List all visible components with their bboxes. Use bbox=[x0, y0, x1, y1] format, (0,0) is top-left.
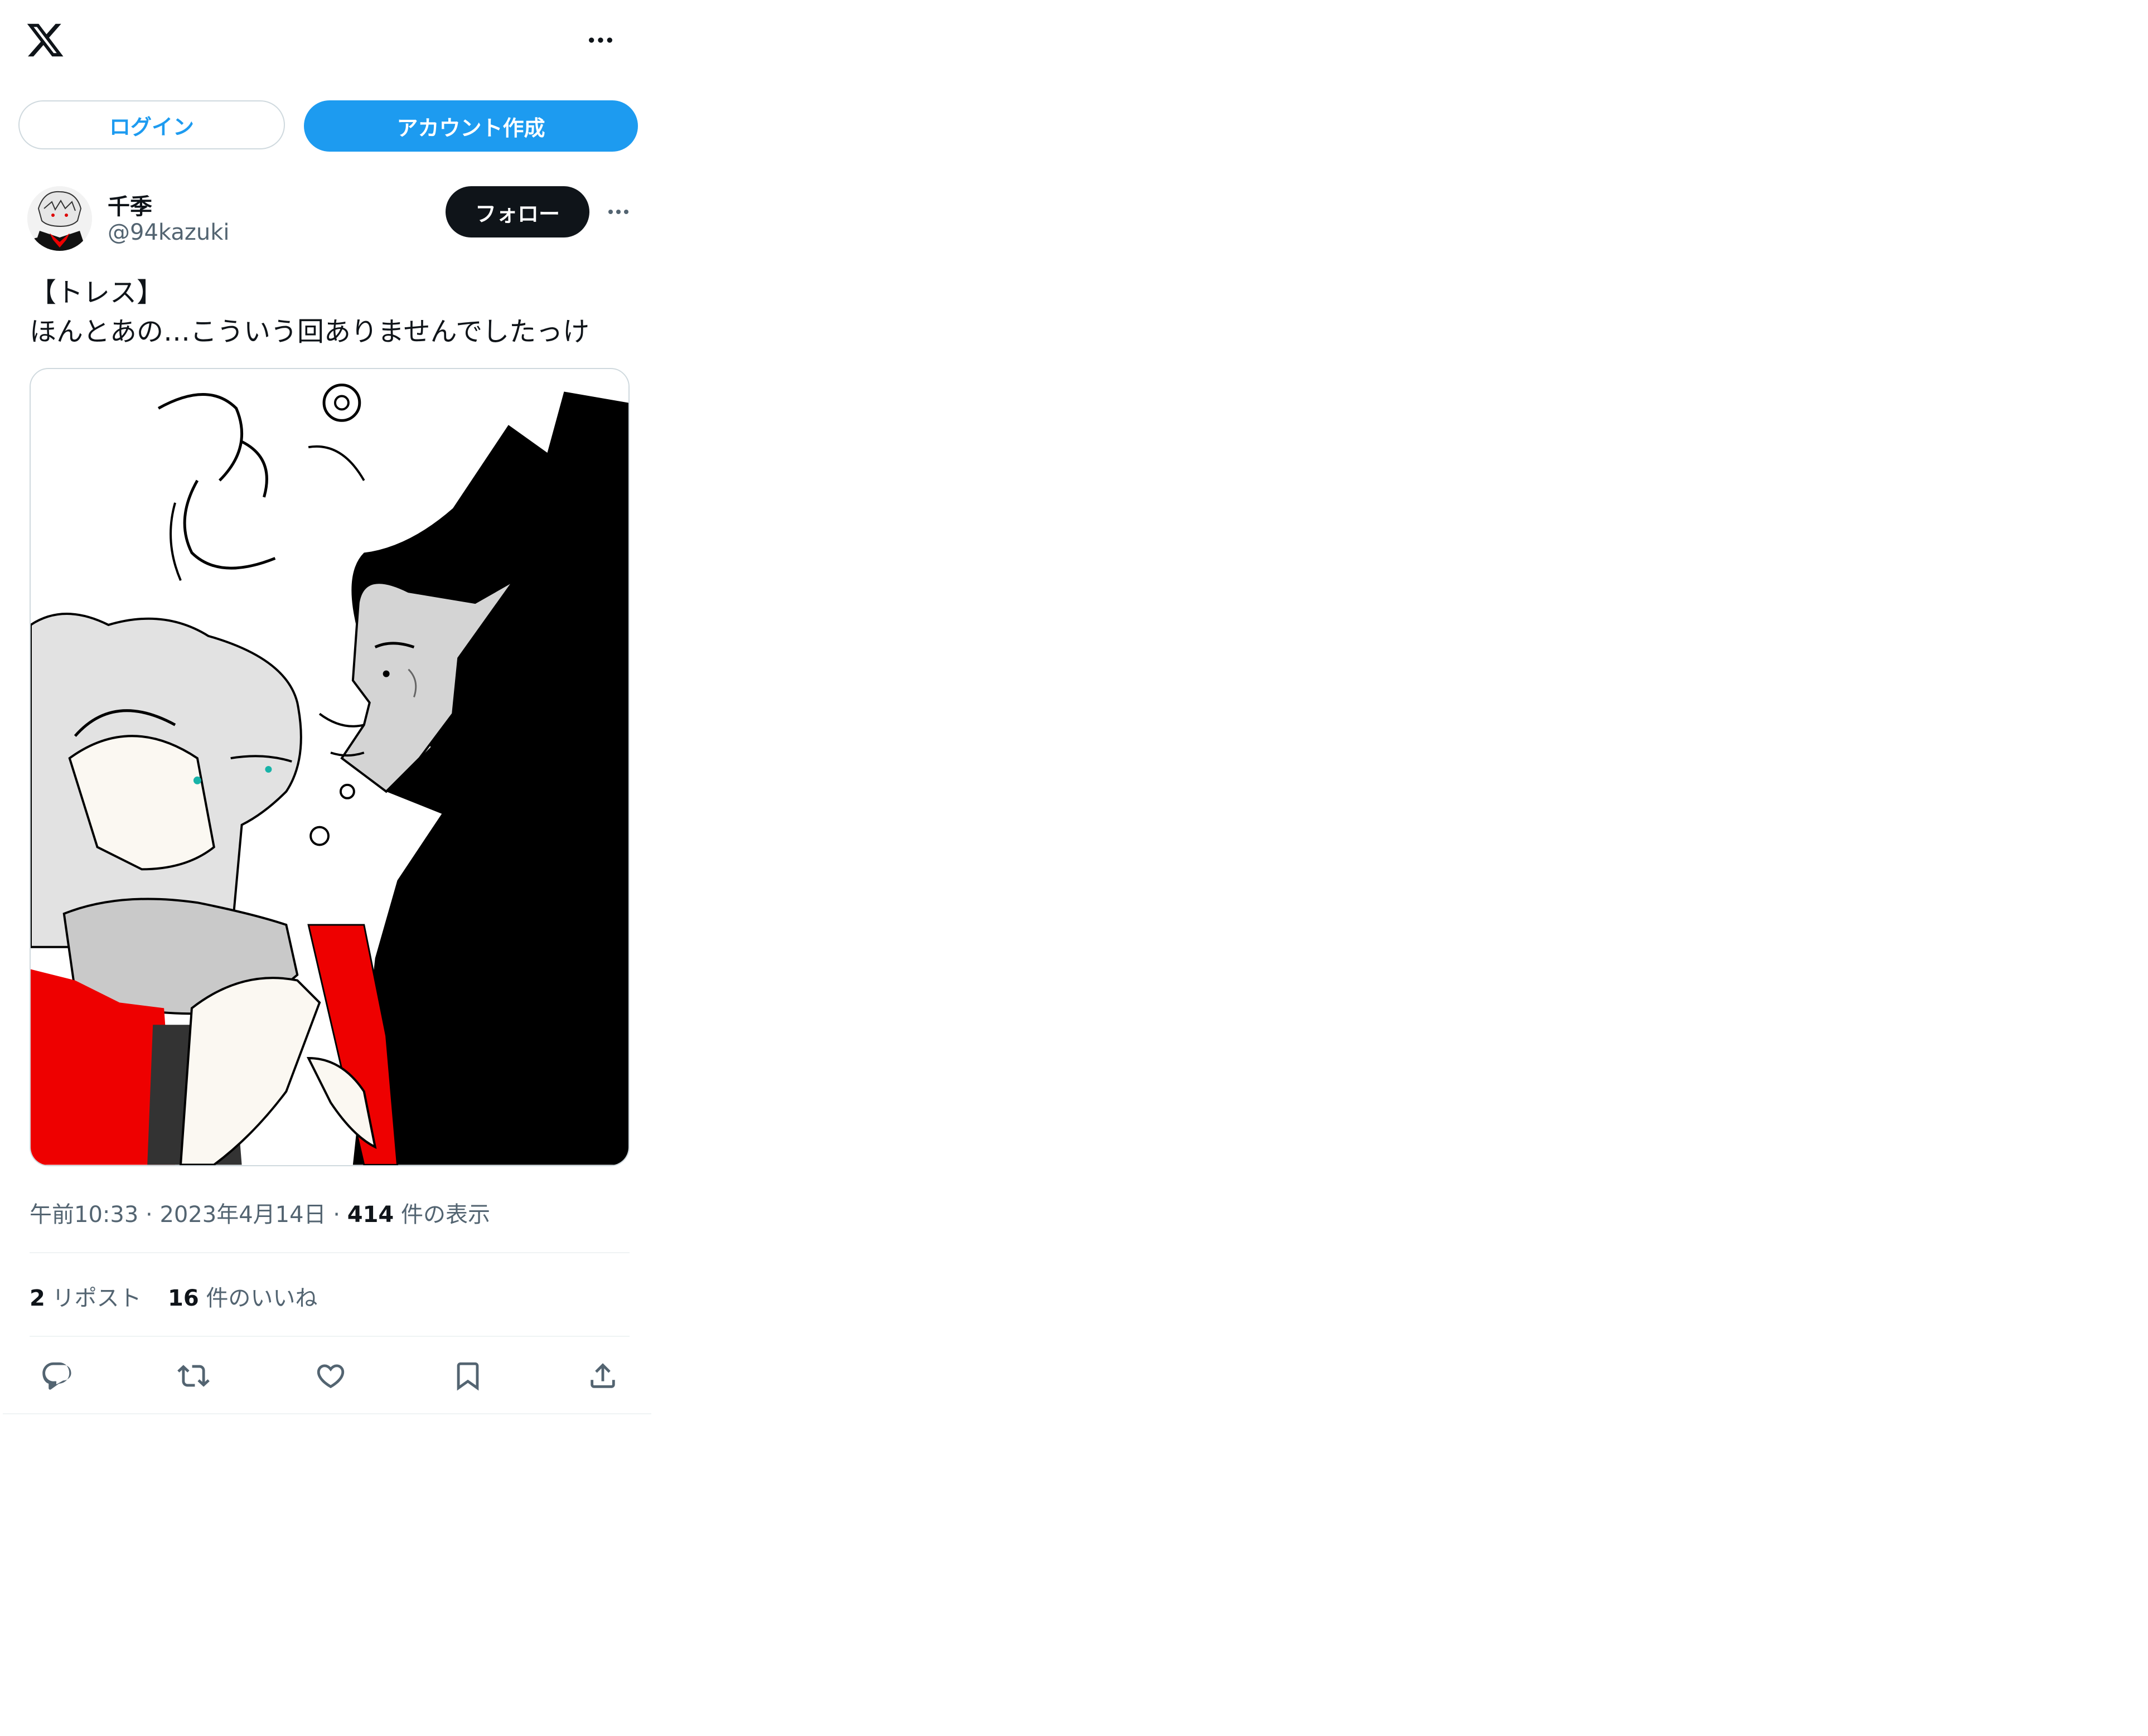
create-account-button[interactable]: アカウント作成 bbox=[304, 100, 638, 152]
meta-separator: · bbox=[326, 1202, 347, 1228]
follow-button[interactable]: フォロー bbox=[446, 186, 589, 237]
divider bbox=[30, 1336, 630, 1337]
likes-stat[interactable]: 16 件のいいね bbox=[168, 1280, 317, 1312]
likes-label: 件のいいね bbox=[199, 1286, 318, 1311]
reposts-count: 2 bbox=[30, 1286, 45, 1311]
user-handle[interactable]: @94kazuki bbox=[108, 220, 230, 245]
tweet-media-image[interactable] bbox=[30, 368, 630, 1166]
tweet-text: 【トレス】 ほんとあの…こういう回ありませんでしたっけ bbox=[30, 277, 590, 347]
repost-icon[interactable] bbox=[167, 1349, 220, 1403]
meta-separator: · bbox=[138, 1202, 160, 1228]
tweet-date[interactable]: 2023年4月14日 bbox=[159, 1202, 326, 1228]
top-bar bbox=[3, 0, 651, 84]
display-name[interactable]: 千季 bbox=[108, 188, 152, 221]
x-logo-icon[interactable] bbox=[25, 20, 65, 60]
more-horizontal-icon[interactable] bbox=[601, 194, 636, 230]
views-count: 414 bbox=[347, 1202, 394, 1228]
more-options-icon[interactable] bbox=[583, 22, 618, 58]
divider bbox=[30, 1252, 630, 1253]
share-icon[interactable] bbox=[576, 1349, 630, 1403]
illustration-image bbox=[31, 369, 628, 1165]
tweet-actions bbox=[30, 1349, 630, 1403]
tweet-author: 千季 @94kazuki フォロー bbox=[27, 183, 630, 254]
reply-icon[interactable] bbox=[30, 1349, 83, 1403]
reposts-stat[interactable]: 2 リポスト bbox=[30, 1280, 142, 1312]
tweet-time[interactable]: 午前10:33 bbox=[30, 1202, 138, 1228]
auth-buttons: ログイン アカウント作成 bbox=[18, 100, 642, 152]
login-button[interactable]: ログイン bbox=[18, 100, 285, 149]
tweet-column: ログイン アカウント作成 千季 @94kazuki フォロー 【トレス】 ほんと… bbox=[3, 0, 651, 1414]
likes-count: 16 bbox=[168, 1286, 199, 1311]
tweet-meta: 午前10:33 · 2023年4月14日 · 414 件の表示 bbox=[30, 1196, 490, 1229]
avatar[interactable] bbox=[27, 186, 92, 251]
like-icon[interactable] bbox=[304, 1349, 357, 1403]
bookmark-icon[interactable] bbox=[441, 1349, 495, 1403]
page: ログイン アカウント作成 千季 @94kazuki フォロー 【トレス】 ほんと… bbox=[0, 0, 2148, 1736]
views-label: 件の表示 bbox=[394, 1202, 490, 1228]
reposts-label: リポスト bbox=[45, 1286, 142, 1311]
